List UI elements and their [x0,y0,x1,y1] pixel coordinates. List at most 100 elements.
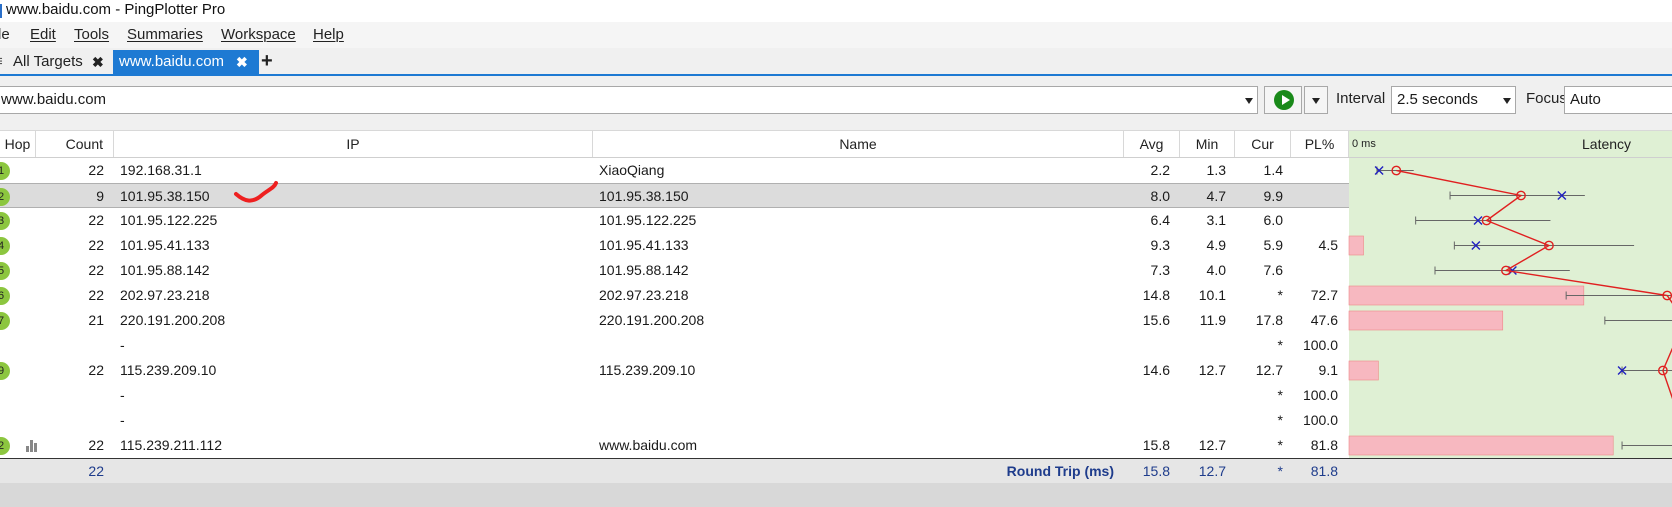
avg-cell: 6.4 [1150,212,1170,228]
table-row[interactable]: - * 100.0 [0,333,1349,358]
col-pl[interactable]: PL% [1291,131,1349,157]
target-value: www.baidu.com [1,91,107,108]
count-cell: 9 [96,188,104,204]
col-min[interactable]: Min [1180,131,1235,157]
pl-cell: 4.5 [1318,237,1338,253]
trace-grid: Hop Count IP Name Avg Min Cur PL% 0 ms L… [0,130,1672,460]
grid-header: Hop Count IP Name Avg Min Cur PL% 0 ms L… [0,130,1672,158]
menu-summaries[interactable]: Summaries [127,26,203,43]
col-cur[interactable]: Cur [1235,131,1291,157]
count-cell [36,333,104,358]
cur-cell: 1.4 [1263,162,1283,178]
table-row[interactable]: 2 9 101.95.38.150 101.95.38.150 8.0 4.7 9.9 [0,183,1349,208]
count-cell: 22 [88,237,104,253]
name-cell [599,408,999,433]
pl-cell: 100.0 [1302,337,1338,353]
menu-tools[interactable]: Tools [74,26,109,43]
pl-cell: 47.6 [1310,312,1338,328]
hop-number: 9 [0,362,10,380]
col-ip[interactable]: IP [114,131,593,157]
avg-cell: 9.3 [1150,237,1170,253]
hop-number: 6 [0,287,10,305]
ip-cell: 192.168.31.1 [120,162,202,178]
min-cell: 3.1 [1206,212,1226,228]
footer-cur: * [1277,463,1283,479]
min-cell: 12.7 [1198,362,1226,378]
footer-count: 22 [88,463,104,479]
footer-avg: 15.8 [1142,463,1170,479]
avg-cell [1124,408,1170,433]
table-row[interactable]: - * 100.0 [0,408,1349,433]
name-cell [599,333,999,358]
table-row[interactable]: 1 22 192.168.31.1 XiaoQiang 2.2 1.3 1.4 [0,158,1349,183]
menu-help[interactable]: Help [313,26,344,43]
pl-cell: 100.0 [1302,387,1338,403]
tab-baidu[interactable]: www.baidu.com ✖ [113,50,259,74]
latency-scale-label: 0 ms [1352,138,1376,150]
status-area [0,483,1672,507]
focus-select[interactable]: Auto [1564,86,1672,114]
table-row[interactable]: 7 21 220.191.200.208 220.191.200.208 15.6 11.… [0,308,1349,333]
hop-number: 4 [0,237,10,255]
name-cell: 101.95.88.142 [599,262,689,278]
min-cell: 4.0 [1206,262,1226,278]
target-input[interactable]: www.baidu.com [0,86,1258,114]
cur-cell: 12.7 [1255,362,1283,378]
pl-cell: 100.0 [1302,412,1338,428]
avg-cell: 15.8 [1142,437,1170,453]
hop-number: 7 [0,312,10,330]
menu-edit[interactable]: Edit [30,26,56,43]
name-cell: XiaoQiang [599,162,665,178]
menu-workspace[interactable]: Workspace [221,26,296,43]
ip-cell: - [120,387,125,403]
add-tab-icon[interactable]: + [261,50,273,72]
table-row[interactable]: 4 22 101.95.41.133 101.95.41.133 9.3 4.9 5.9 4.… [0,233,1349,258]
pl-cell [1291,258,1338,283]
menu-file[interactable]: le [0,26,10,43]
tab-bar: ≡ All Targets ✖ www.baidu.com ✖ + [0,48,1672,76]
col-latency[interactable]: 0 ms Latency [1349,131,1672,157]
chevron-down-icon[interactable] [1245,98,1253,104]
interval-select[interactable]: 2.5 seconds [1391,86,1516,114]
min-cell: 10.1 [1198,287,1226,303]
col-avg[interactable]: Avg [1124,131,1180,157]
footer-min: 12.7 [1198,463,1226,479]
pl-cell [1291,184,1338,209]
close-icon[interactable]: ✖ [92,50,104,74]
min-cell [1180,408,1226,433]
avg-cell: 14.8 [1142,287,1170,303]
min-cell: 4.7 [1206,188,1226,204]
table-row[interactable]: 9 22 115.239.209.10 115.239.209.10 14.6 12.7 1… [0,358,1349,383]
table-row[interactable]: - * 100.0 [0,383,1349,408]
col-name[interactable]: Name [593,131,1124,157]
hop-number: 5 [0,262,10,280]
close-icon[interactable]: ✖ [236,50,248,74]
tab-label: www.baidu.com [119,53,225,70]
min-cell: 1.3 [1206,162,1226,178]
avg-cell [1124,333,1170,358]
ip-cell: 101.95.122.225 [120,212,218,228]
avg-cell: 15.6 [1142,312,1170,328]
window-title: www.baidu.com - PingPlotter Pro [6,1,226,18]
table-row[interactable]: 3 22 101.95.122.225 101.95.122.225 6.4 3.1 6.0 [0,208,1349,233]
name-cell: 101.95.41.133 [599,237,689,253]
table-row[interactable]: 6 22 202.97.23.218 202.97.23.218 14.8 10.1 * 72… [0,283,1349,308]
start-trace-button[interactable] [1264,86,1302,114]
count-cell: 22 [88,212,104,228]
table-row[interactable]: 2 22 115.239.211.112 www.baidu.com 15.8 12.7 *… [0,433,1349,458]
col-count[interactable]: Count [36,131,114,157]
cur-cell: 17.8 [1255,312,1283,328]
footer-label: Round Trip (ms) [1006,463,1114,479]
tab-all-targets[interactable]: ≡ All Targets ✖ [0,50,112,74]
cur-cell: * [1277,387,1283,403]
table-row[interactable]: 5 22 101.95.88.142 101.95.88.142 7.3 4.0 7.6 [0,258,1349,283]
name-cell: 202.97.23.218 [599,287,689,303]
start-options-dropdown[interactable] [1304,86,1328,114]
chevron-down-icon [1503,98,1511,104]
filter-icon: ≡ [0,50,3,74]
pl-cell [1291,158,1338,183]
col-hop[interactable]: Hop [0,131,36,157]
ip-cell: 101.95.88.142 [120,262,210,278]
cur-cell: * [1277,287,1283,303]
ip-cell: 101.95.38.150 [120,188,210,204]
